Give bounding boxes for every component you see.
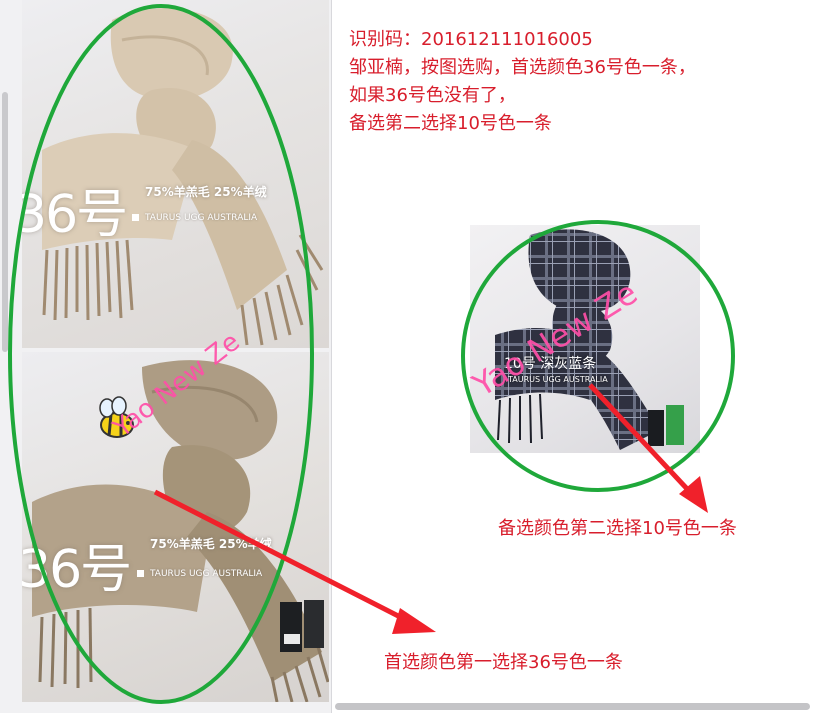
buyer-note: 识别码：201612111016005 邹亚楠，按图选购，首选颜色36号色一条，… — [349, 26, 696, 138]
callout-primary-choice: 首选颜色第一选择36号色一条 — [384, 652, 623, 673]
bullet-icon — [137, 570, 144, 577]
callout-secondary-choice: 备选颜色第二选择10号色一条 — [498, 518, 737, 539]
vertical-scrollbar[interactable] — [2, 92, 8, 352]
horizontal-scrollbar[interactable] — [335, 703, 810, 710]
identification-code: 识别码：201612111016005 — [349, 29, 593, 50]
size-label-top: 36号 — [22, 185, 128, 245]
brand-text-top: TAURUS UGG AUSTRALIA — [145, 213, 258, 223]
note-line-fallback-condition: 如果36号色没有了， — [349, 85, 516, 106]
composition-label-top: 75%羊羔毛 25%羊绒 — [145, 185, 267, 199]
scarf-photo-36-top: 36号 75%羊羔毛 25%羊绒 TAURUS UGG AUSTRALIA — [22, 0, 329, 348]
brand-label-bottom: TAURUS UGG AUSTRALIA — [137, 569, 262, 579]
note-line-primary-choice: 邹亚楠，按图选购，首选颜色36号色一条， — [349, 57, 696, 78]
brand-label-top: TAURUS UGG AUSTRALIA — [132, 213, 257, 223]
size-label-bottom: 36号 — [22, 540, 132, 600]
composition-label-bottom: 75%羊羔毛 25%羊绒 — [150, 537, 272, 551]
note-line-secondary-choice: 备选第二选择10号色一条 — [349, 113, 552, 134]
screenshot-canvas: 36号 75%羊羔毛 25%羊绒 TAURUS UGG AUSTRALIA 36… — [0, 0, 830, 713]
bullet-icon — [132, 214, 139, 221]
left-image-panel: 36号 75%羊羔毛 25%羊绒 TAURUS UGG AUSTRALIA 36… — [0, 0, 332, 713]
brand-text-bottom: TAURUS UGG AUSTRALIA — [150, 569, 263, 579]
